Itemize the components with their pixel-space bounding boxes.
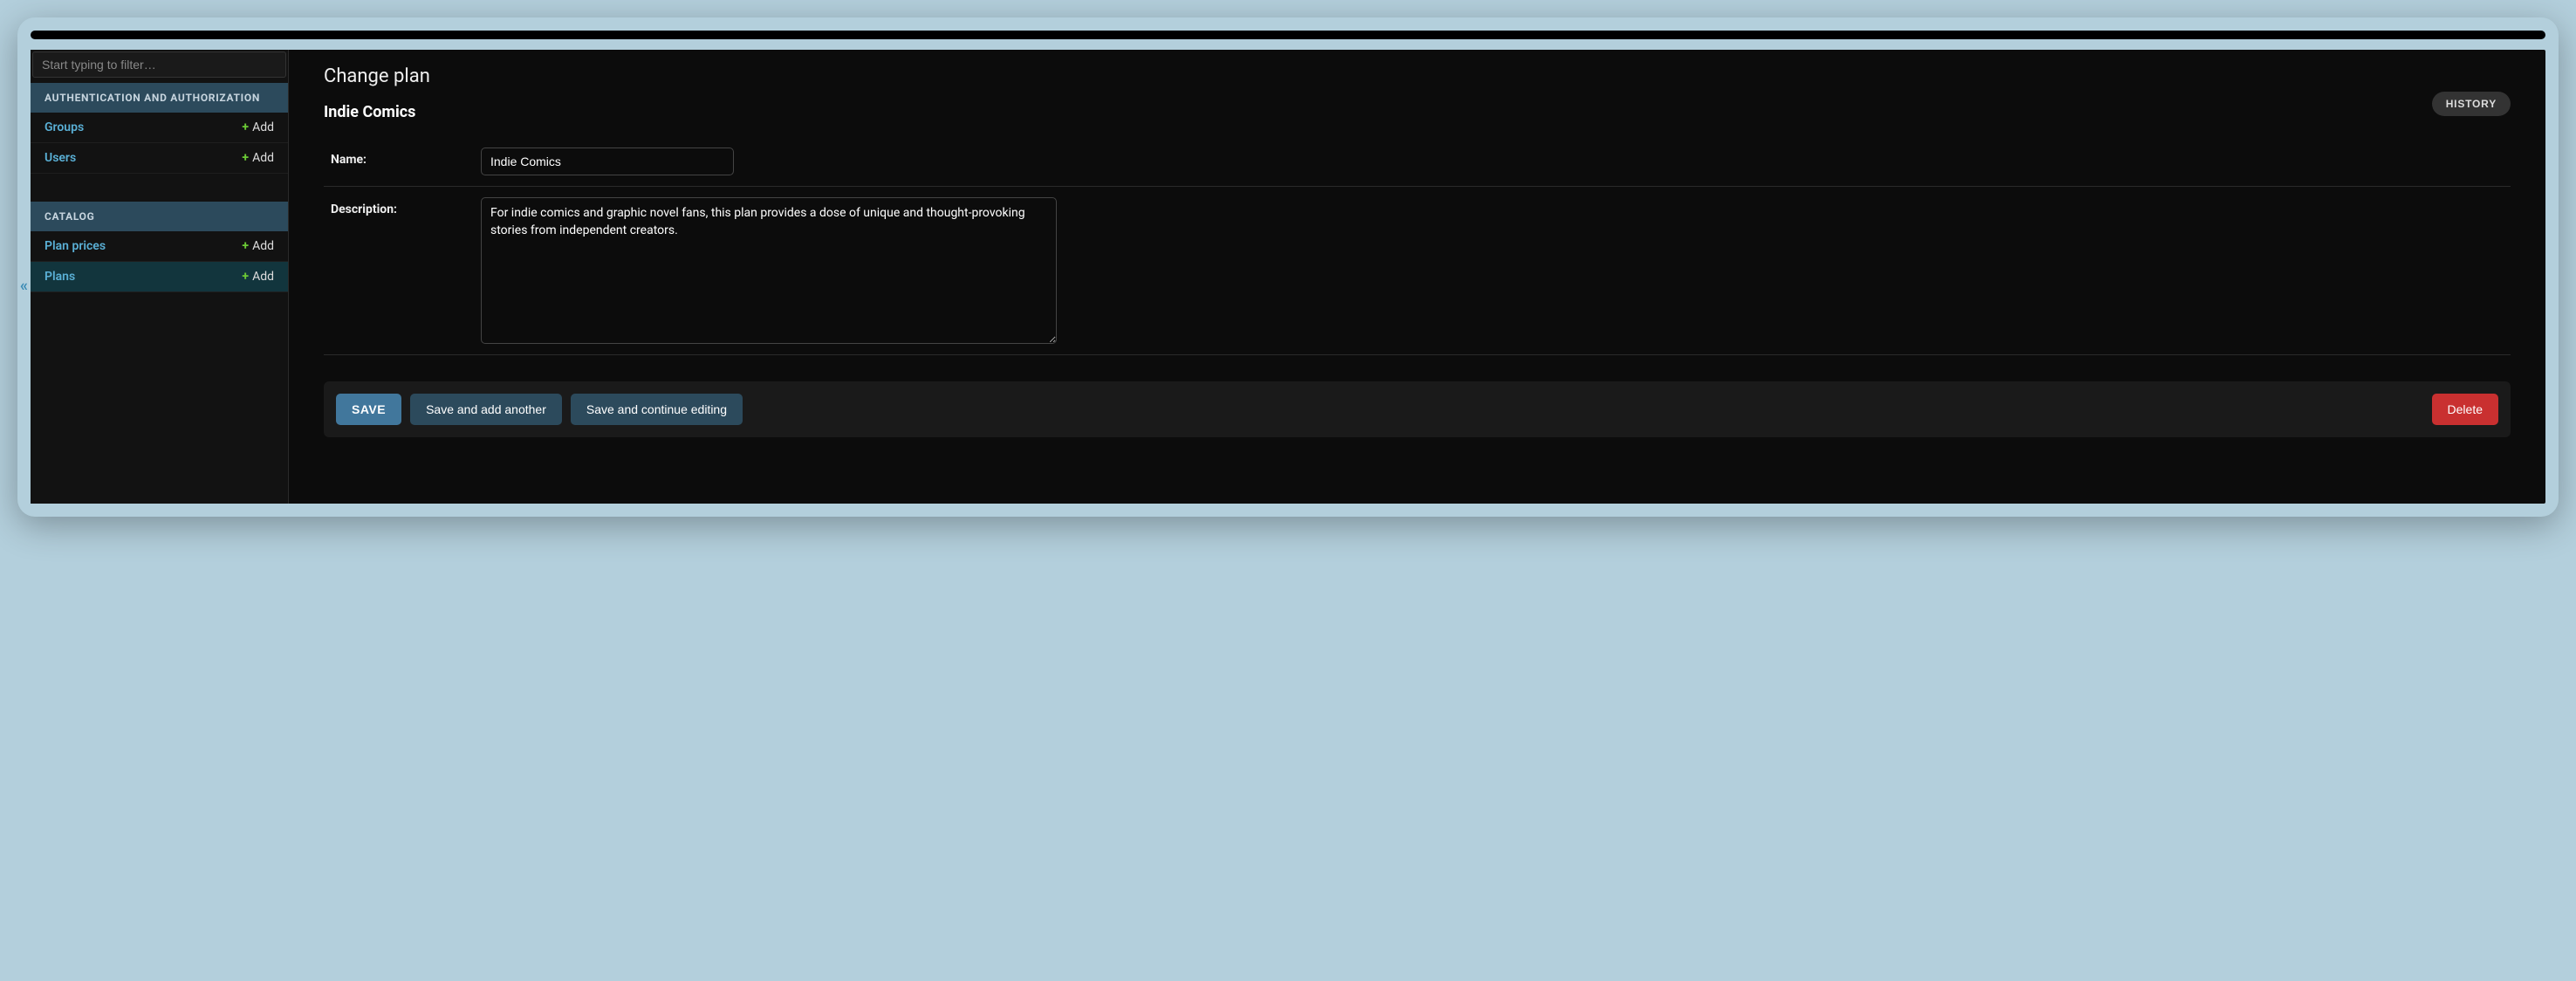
add-label: Add — [252, 239, 274, 253]
sidebar-item-plans[interactable]: Plans + Add — [31, 262, 288, 292]
add-group-link[interactable]: + Add — [242, 120, 274, 134]
window-titlebar — [31, 31, 2545, 39]
window-frame: « AUTHENTICATION AND AUTHORIZATION Group… — [17, 17, 2559, 517]
sidebar-item-plan-prices[interactable]: Plan prices + Add — [31, 231, 288, 262]
add-plan-link[interactable]: + Add — [242, 270, 274, 284]
delete-button[interactable]: Delete — [2432, 394, 2498, 425]
sidebar-filter-input[interactable] — [32, 51, 286, 78]
sidebar-item-users[interactable]: Users + Add — [31, 143, 288, 174]
object-name: Indie Comics — [324, 103, 2511, 121]
add-user-link[interactable]: + Add — [242, 151, 274, 165]
plus-icon: + — [242, 120, 249, 134]
section-gap — [31, 174, 288, 198]
history-button[interactable]: HISTORY — [2432, 92, 2511, 116]
sidebar-item-groups[interactable]: Groups + Add — [31, 113, 288, 143]
plus-icon: + — [242, 239, 249, 253]
sidebar-section-auth[interactable]: AUTHENTICATION AND AUTHORIZATION — [31, 83, 288, 113]
plus-icon: + — [242, 151, 249, 165]
add-label: Add — [252, 151, 274, 165]
add-plan-price-link[interactable]: + Add — [242, 239, 274, 253]
nav-link-plan-prices[interactable]: Plan prices — [45, 239, 106, 253]
nav-link-plans[interactable]: Plans — [45, 270, 75, 284]
name-input[interactable] — [481, 147, 734, 175]
sidebar: AUTHENTICATION AND AUTHORIZATION Groups … — [31, 50, 289, 504]
nav-link-users[interactable]: Users — [45, 151, 76, 165]
description-label: Description: — [324, 197, 481, 216]
form-row-name: Name: — [324, 137, 2511, 187]
app-container: « AUTHENTICATION AND AUTHORIZATION Group… — [31, 50, 2545, 504]
save-add-another-button[interactable]: Save and add another — [410, 394, 562, 425]
form-row-description: Description: For indie comics and graphi… — [324, 187, 2511, 355]
save-continue-button[interactable]: Save and continue editing — [571, 394, 743, 425]
add-label: Add — [252, 270, 274, 284]
sidebar-section-catalog[interactable]: CATALOG — [31, 202, 288, 231]
add-label: Add — [252, 120, 274, 134]
sidebar-collapse-icon[interactable]: « — [20, 277, 28, 295]
plus-icon: + — [242, 270, 249, 284]
nav-link-groups[interactable]: Groups — [45, 120, 84, 134]
save-button[interactable]: SAVE — [336, 394, 401, 425]
description-textarea[interactable]: For indie comics and graphic novel fans,… — [481, 197, 1057, 344]
action-bar: SAVE Save and add another Save and conti… — [324, 381, 2511, 437]
main-content: Change plan HISTORY Indie Comics Name: D… — [289, 50, 2545, 504]
page-title: Change plan — [324, 65, 2511, 87]
name-label: Name: — [324, 147, 481, 167]
